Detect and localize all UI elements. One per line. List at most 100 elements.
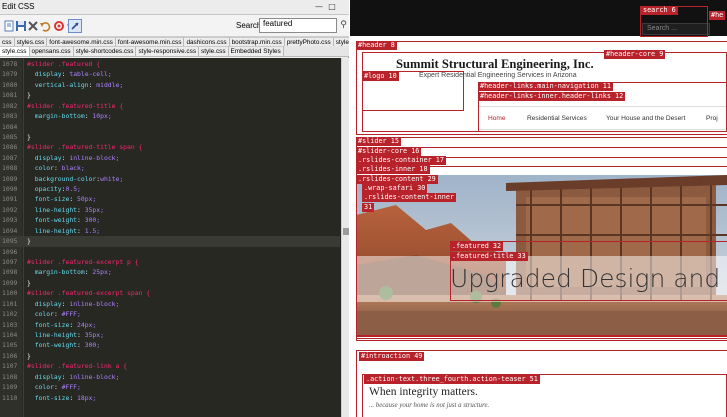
code-text[interactable]: #slider .featured-title {	[27, 101, 123, 111]
code-line[interactable]: 1107 #slider .featured-link a {	[0, 361, 340, 371]
line-number: 1093	[2, 216, 18, 225]
code-text[interactable]: color: black;	[27, 163, 85, 173]
code-line[interactable]: 1101 display: inline-block;	[0, 299, 340, 309]
code-line[interactable]: 1093 font-weight: 300;	[0, 215, 340, 225]
code-text[interactable]: #slider .featured-excerpt span {	[27, 288, 150, 298]
search-icon[interactable]: ⚲	[338, 18, 349, 33]
code-text[interactable]: }	[27, 278, 31, 288]
line-number: 1103	[2, 320, 18, 329]
nav-item-projects[interactable]: Proj	[706, 115, 718, 122]
code-line[interactable]: 1109 color: #FFF;	[0, 382, 340, 392]
scrollbar[interactable]	[341, 58, 349, 417]
site-brand-title[interactable]: Summit Structural Engineering, Inc.	[396, 57, 594, 72]
code-line[interactable]: 1102 color: #FFF;	[0, 309, 340, 319]
code-line[interactable]: 1087 display: inline-block;	[0, 153, 340, 163]
code-line[interactable]: 1097 #slider .featured-excerpt p {	[0, 257, 340, 267]
code-line[interactable]: 1083 margin-bottom: 10px;	[0, 111, 340, 121]
code-text[interactable]: font-weight: 300;	[27, 215, 100, 225]
code-line[interactable]: 1098 margin-bottom: 25px;	[0, 267, 340, 277]
file-tab[interactable]: style-responsive.css	[136, 46, 200, 56]
code-text[interactable]: display: table-cell;	[27, 69, 112, 79]
code-text[interactable]: display: inline-block;	[27, 299, 120, 309]
code-text[interactable]: #slider .featured-title span {	[27, 142, 142, 152]
code-text[interactable]: #slider .featured-link a {	[27, 361, 127, 371]
code-text[interactable]: }	[27, 351, 31, 361]
code-line[interactable]: 1110 font-size: 18px;	[0, 393, 340, 403]
code-line[interactable]: 1078 #slider .featured {	[0, 59, 340, 69]
code-text[interactable]: font-size: 50px;	[27, 194, 97, 204]
code-text[interactable]: line-height: 35px;	[27, 205, 104, 215]
code-line[interactable]: 1081}	[0, 90, 340, 100]
line-number: 1102	[2, 310, 18, 319]
file-tab[interactable]: style-shortcodes.css	[73, 46, 137, 56]
code-text[interactable]: vertical-align: middle;	[27, 80, 124, 90]
code-text[interactable]: line-height: 1.5;	[27, 226, 100, 236]
code-text[interactable]: background-color:white;	[27, 174, 124, 184]
code-line[interactable]: 1100 #slider .featured-excerpt span {	[0, 288, 340, 298]
code-text[interactable]: color: #FFF;	[27, 309, 81, 319]
code-text[interactable]: font-size: 18px;	[27, 393, 97, 403]
code-line[interactable]: 1085}	[0, 132, 340, 142]
code-line[interactable]: 1104 line-height: 35px;	[0, 330, 340, 340]
slider-featured-title[interactable]: Upgraded Design and R	[450, 264, 727, 293]
file-tab[interactable]: Embedded Styles	[228, 46, 284, 56]
code-text[interactable]: }	[27, 236, 31, 246]
code-line[interactable]: 1099}	[0, 278, 340, 288]
code-text[interactable]: margin-bottom: 25px;	[27, 267, 112, 277]
scrollbar-thumb[interactable]	[343, 228, 349, 235]
code-text[interactable]: }	[27, 90, 31, 100]
code-text[interactable]: opacity:0.5;	[27, 184, 81, 194]
line-number: 1110	[2, 393, 18, 402]
code-editor[interactable]: 1078 #slider .featured {1079 display: tab…	[0, 58, 349, 417]
code-line[interactable]: 1088 color: black;	[0, 163, 340, 173]
code-text[interactable]: }	[27, 132, 31, 142]
file-tab-active[interactable]: style.css	[0, 46, 30, 56]
code-line[interactable]: 1095}	[0, 236, 340, 247]
code-line[interactable]: 1089 background-color:white;	[0, 174, 340, 184]
minimize-icon[interactable]: —	[314, 2, 324, 12]
file-tab[interactable]: style.css	[199, 46, 229, 56]
undo-icon[interactable]	[38, 19, 52, 33]
code-text[interactable]: margin-bottom: 10px;	[27, 111, 112, 121]
app-root: Edit CSS — □ ▾ Search:	[0, 0, 727, 417]
code-line[interactable]: 1105 font-weight: 300;	[0, 340, 340, 350]
debug-label-featured: .featured 32	[450, 242, 504, 251]
code-line[interactable]: 1082 #slider .featured-title {	[0, 101, 340, 111]
pick-element-icon[interactable]	[68, 19, 82, 33]
code-line[interactable]: 1086 #slider .featured-title span {	[0, 142, 340, 152]
code-text[interactable]: display: inline-block;	[27, 153, 120, 163]
line-number: 1100	[2, 289, 18, 298]
code-lines[interactable]: 1078 #slider .featured {1079 display: tab…	[0, 59, 340, 403]
code-text[interactable]: #slider .featured {	[27, 59, 100, 69]
debug-label-rslides-content-inner-num: 31	[362, 203, 375, 212]
code-text[interactable]: font-size: 24px;	[27, 320, 97, 330]
code-line[interactable]: 1080 vertical-align: middle;	[0, 80, 340, 90]
site-tagline: Expert Residential Engineering Services …	[419, 72, 577, 79]
code-line[interactable]: 1079 display: table-cell;	[0, 69, 340, 79]
code-line[interactable]: 1094 line-height: 1.5;	[0, 226, 340, 236]
code-line[interactable]: 1096	[0, 247, 340, 257]
debug-label-rslides-content-inner: .rslides-content-inner	[362, 193, 457, 202]
code-text[interactable]: font-weight: 300;	[27, 340, 100, 350]
nav-item-residential-services[interactable]: Residential Services	[527, 115, 587, 122]
code-line[interactable]: 1092 line-height: 35px;	[0, 205, 340, 215]
code-text[interactable]: display: inline-block;	[27, 372, 120, 382]
code-line[interactable]: 1084	[0, 122, 340, 132]
nav-item-your-house[interactable]: Your House and the Desert	[606, 115, 685, 122]
search-input[interactable]: featured	[259, 18, 337, 33]
code-line[interactable]: 1090 opacity:0.5;	[0, 184, 340, 194]
maximize-icon[interactable]: □	[327, 2, 337, 12]
nav-item-home[interactable]: Home	[488, 115, 506, 122]
code-text[interactable]: #slider .featured-excerpt p {	[27, 257, 139, 267]
file-tab[interactable]: opensans.css	[29, 46, 74, 56]
code-text[interactable]: color: #FFF;	[27, 382, 81, 392]
debug-label-search: search 6	[641, 6, 678, 15]
site-search-input[interactable]: Search ...	[642, 23, 710, 35]
code-line[interactable]: 1091 font-size: 50px;	[0, 194, 340, 204]
code-line[interactable]: 1103 font-size: 24px;	[0, 320, 340, 330]
code-text[interactable]: line-height: 35px;	[27, 330, 104, 340]
code-line[interactable]: 1106}	[0, 351, 340, 361]
code-line[interactable]: 1108 display: inline-block;	[0, 372, 340, 382]
debug-label-slider: #slider 15	[356, 137, 401, 146]
line-number: 1095	[2, 237, 18, 246]
